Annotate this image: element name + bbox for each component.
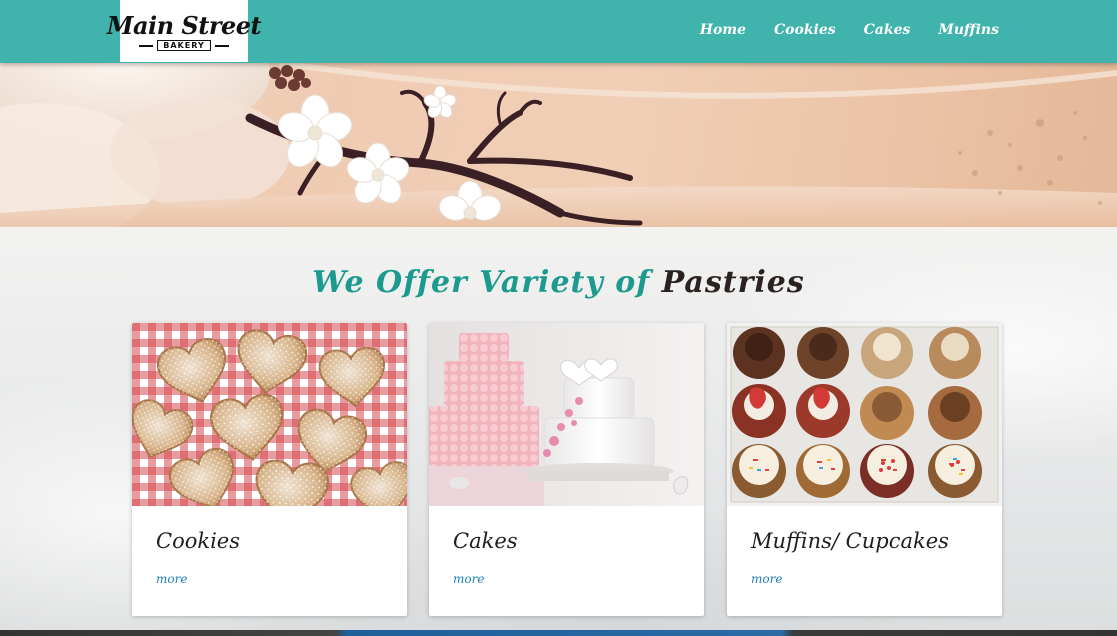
section-title: We Offer Variety of Pastries bbox=[0, 265, 1117, 300]
nav-link-muffins[interactable]: Muffins bbox=[938, 22, 999, 38]
nav-link-cakes[interactable]: Cakes bbox=[864, 22, 911, 38]
brand-tagline: BAKERY bbox=[157, 40, 211, 51]
more-link-cookies[interactable]: more bbox=[156, 572, 187, 586]
product-card-cookies: Cookies more bbox=[132, 323, 407, 616]
hero-banner-image bbox=[0, 63, 1117, 227]
card-title-cakes: Cakes bbox=[453, 529, 518, 553]
top-navbar: Main Street BAKERY Home Cookies Cakes Mu… bbox=[0, 0, 1117, 63]
more-link-cakes[interactable]: more bbox=[453, 572, 484, 586]
brand-name: Main Street bbox=[106, 11, 262, 40]
more-link-muffins[interactable]: more bbox=[751, 572, 782, 586]
cookies-image[interactable] bbox=[132, 323, 407, 506]
product-card-muffins: Muffins/ Cupcakes more bbox=[727, 323, 1002, 616]
section-title-highlight: Pastries bbox=[661, 265, 805, 300]
cakes-photo-illustration bbox=[429, 323, 704, 506]
hero-cake-flowers-illustration bbox=[0, 63, 1117, 227]
offer-section: We Offer Variety of Pastries Cookies mor… bbox=[0, 227, 1117, 636]
brand-logo[interactable]: Main Street BAKERY bbox=[107, 0, 262, 62]
cookies-photo-illustration bbox=[132, 323, 407, 506]
nav-link-home[interactable]: Home bbox=[700, 22, 746, 38]
card-title-cookies: Cookies bbox=[156, 529, 240, 553]
logo-rule-left bbox=[139, 44, 154, 47]
nav-link-cookies[interactable]: Cookies bbox=[774, 22, 836, 38]
product-card-cakes: Cakes more bbox=[429, 323, 704, 616]
card-title-muffins: Muffins/ Cupcakes bbox=[751, 529, 949, 553]
section-title-lead: We Offer Variety of bbox=[312, 265, 662, 300]
cakes-image[interactable] bbox=[429, 323, 704, 506]
brand-tagline-row: BAKERY bbox=[139, 40, 229, 51]
main-nav: Home Cookies Cakes Muffins bbox=[700, 0, 999, 60]
footer-edge bbox=[0, 630, 1117, 636]
muffins-image[interactable] bbox=[727, 323, 1002, 506]
logo-rule-right bbox=[214, 44, 229, 47]
cupcakes-photo-illustration bbox=[727, 323, 1002, 506]
